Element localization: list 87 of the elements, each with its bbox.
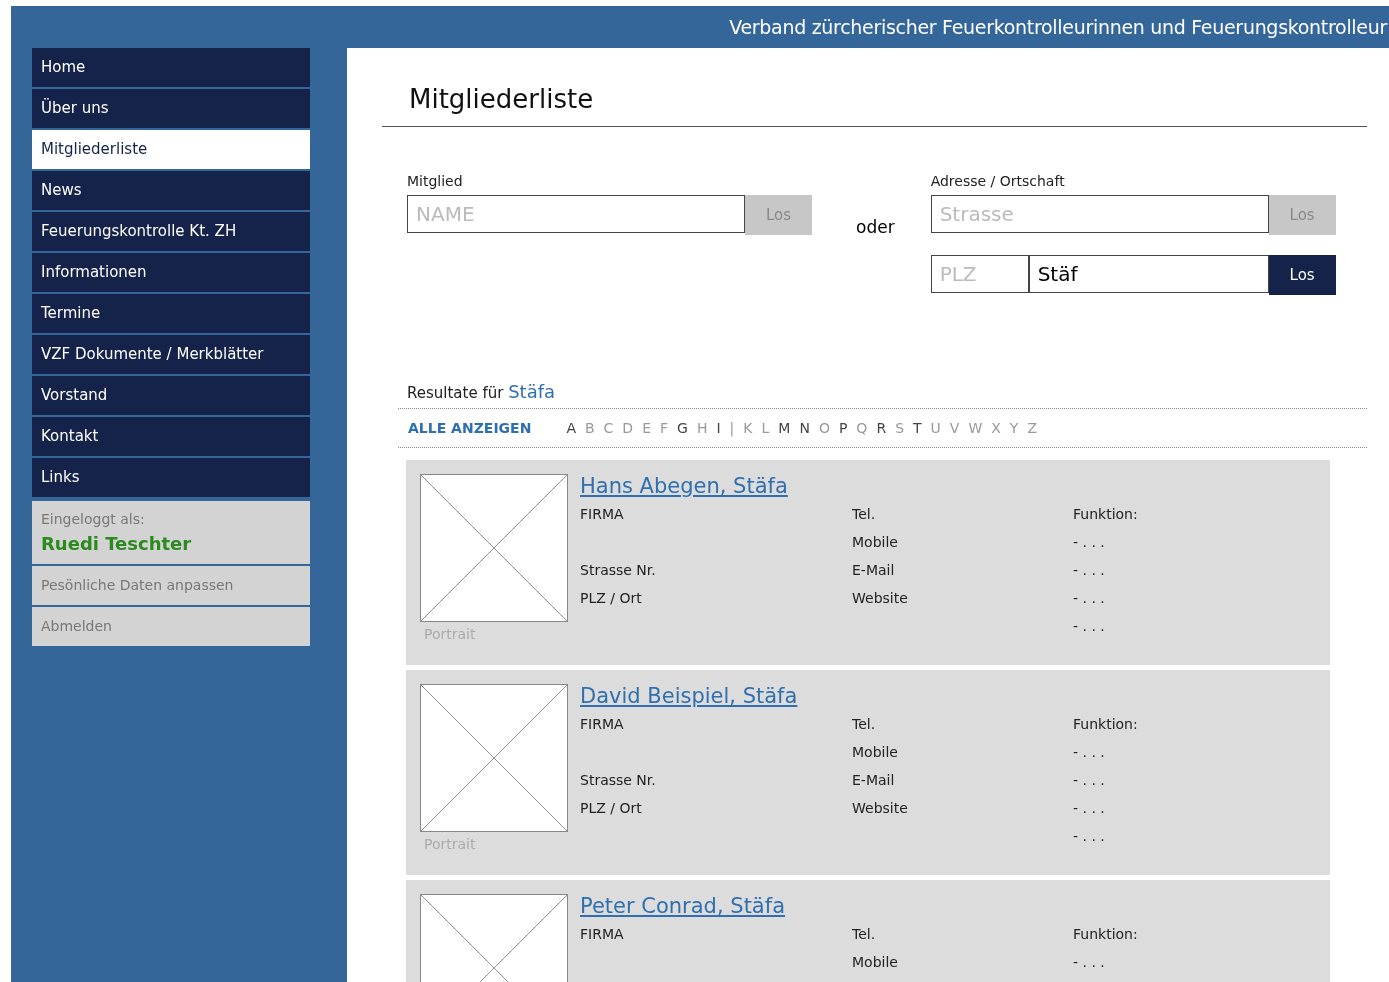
letter-link[interactable]: N bbox=[799, 420, 810, 436]
member-field: Strasse Nr. bbox=[580, 562, 852, 590]
sidebar-link[interactable]: Abmelden bbox=[32, 607, 310, 646]
nav-item[interactable]: Links bbox=[32, 458, 310, 497]
or-text: oder bbox=[856, 217, 895, 237]
member-field: PLZ / Ort bbox=[580, 800, 852, 828]
letter-link[interactable]: X bbox=[991, 420, 1001, 436]
letter-link[interactable]: Y bbox=[1009, 420, 1019, 436]
letter-link[interactable]: C bbox=[603, 420, 614, 436]
sidebar-link[interactable]: Pesönliche Daten anpassen bbox=[32, 566, 310, 605]
nav-item[interactable]: Mitgliederliste bbox=[32, 130, 310, 169]
member-field: - . . . bbox=[1073, 618, 1273, 646]
letter-link[interactable]: H bbox=[696, 420, 708, 436]
member-field: FIRMA bbox=[580, 926, 852, 954]
member-field: - . . . bbox=[1073, 772, 1273, 800]
letter-link[interactable]: O bbox=[818, 420, 830, 436]
letter-link[interactable]: W bbox=[968, 420, 983, 436]
street-field[interactable]: Strasse bbox=[930, 195, 1269, 233]
letter-link[interactable]: B bbox=[584, 420, 595, 436]
member-field: Tel. bbox=[852, 716, 1073, 744]
letter-link[interactable]: T bbox=[913, 420, 922, 436]
zip-field[interactable]: PLZ bbox=[930, 255, 1029, 293]
site-title: Verband zürcherischer Feuerkontrolleurinnen und Feuerungskontrolleur bbox=[729, 16, 1387, 38]
letter-link[interactable]: F bbox=[660, 420, 669, 436]
member-field: - . . . bbox=[1073, 534, 1273, 562]
member-name-link[interactable]: Hans Abegen, Stäfa bbox=[580, 474, 1273, 506]
member-field: Mobile bbox=[852, 534, 1073, 562]
member-field: E-Mail bbox=[852, 562, 1073, 590]
member-field: Mobile bbox=[852, 954, 1073, 982]
member-field: Mobile bbox=[852, 744, 1073, 772]
letter-link[interactable]: Z bbox=[1027, 420, 1037, 436]
go-button[interactable]: Los bbox=[1268, 255, 1336, 295]
member-field: - . . . bbox=[1073, 828, 1273, 856]
go-button[interactable]: Los bbox=[1268, 195, 1336, 235]
name-field[interactable]: NAME bbox=[407, 195, 745, 233]
member-field: Funktion: bbox=[1073, 926, 1273, 954]
nav-item[interactable]: Feuerungskontrolle Kt. ZH bbox=[32, 212, 310, 251]
page-title: Mitgliederliste bbox=[409, 84, 595, 116]
letter-link[interactable]: I bbox=[716, 420, 721, 436]
nav-item[interactable]: News bbox=[32, 171, 310, 210]
letter-link[interactable]: A bbox=[566, 420, 576, 436]
member-field: Funktion: bbox=[1073, 506, 1273, 534]
member-name-link[interactable]: Peter Conrad, Stäfa bbox=[580, 894, 1273, 926]
nav-item[interactable]: Home bbox=[32, 48, 310, 87]
member-field: - . . . bbox=[1073, 954, 1273, 982]
letter-link[interactable]: | bbox=[729, 420, 735, 436]
member-field: FIRMA bbox=[580, 506, 852, 534]
nav-item[interactable]: Vorstand bbox=[32, 376, 310, 415]
letter-link[interactable]: M bbox=[778, 420, 791, 436]
member-field: - . . . bbox=[1073, 562, 1273, 590]
member-field: - . . . bbox=[1073, 744, 1273, 772]
member-field: FIRMA bbox=[580, 716, 852, 744]
place-field[interactable]: Stäf bbox=[1028, 255, 1269, 293]
member-field: Tel. bbox=[852, 926, 1073, 954]
letter-link[interactable]: V bbox=[949, 420, 960, 436]
results-text: Resultate für Stäfa bbox=[407, 381, 557, 402]
show-all-link[interactable]: ALLE ANZEIGEN bbox=[408, 420, 532, 436]
letter-link[interactable]: D bbox=[622, 420, 634, 436]
field-label: Adresse / Ortschaft bbox=[930, 173, 1066, 189]
user-name: Ruedi Teschter bbox=[41, 533, 193, 554]
letter-link[interactable]: L bbox=[761, 420, 770, 436]
nav-item[interactable]: Termine bbox=[32, 294, 310, 333]
member-field: Website bbox=[852, 590, 1073, 618]
member-name-link[interactable]: David Beispiel, Stäfa bbox=[580, 684, 1273, 716]
letter-link[interactable]: S bbox=[895, 420, 904, 436]
nav-item[interactable]: Informationen bbox=[32, 253, 310, 292]
member-field: Tel. bbox=[852, 506, 1073, 534]
nav-item[interactable]: Kontakt bbox=[32, 417, 310, 456]
member-field: Strasse Nr. bbox=[580, 772, 852, 800]
field-label: Mitglied bbox=[407, 173, 464, 189]
member-field: - . . . bbox=[1073, 800, 1273, 828]
member-field: Funktion: bbox=[1073, 716, 1273, 744]
login-caption: Eingeloggt als: bbox=[41, 511, 146, 527]
member-field: E-Mail bbox=[852, 772, 1073, 800]
member-field: - . . . bbox=[1073, 590, 1273, 618]
letter-link[interactable]: E bbox=[642, 420, 651, 436]
go-button[interactable]: Los bbox=[745, 195, 812, 235]
letter-link[interactable]: Q bbox=[856, 420, 868, 436]
nav-item[interactable]: VZF Dokumente / Merkblätter bbox=[32, 335, 310, 374]
letter-link[interactable]: P bbox=[838, 420, 848, 436]
member-field: Website bbox=[852, 800, 1073, 828]
member-field: PLZ / Ort bbox=[580, 590, 852, 618]
nav-item[interactable]: Über uns bbox=[32, 89, 310, 128]
letter-link[interactable]: U bbox=[930, 420, 941, 436]
letter-link[interactable]: K bbox=[743, 420, 753, 436]
letter-link[interactable]: G bbox=[677, 420, 688, 436]
letter-link[interactable]: R bbox=[876, 420, 887, 436]
